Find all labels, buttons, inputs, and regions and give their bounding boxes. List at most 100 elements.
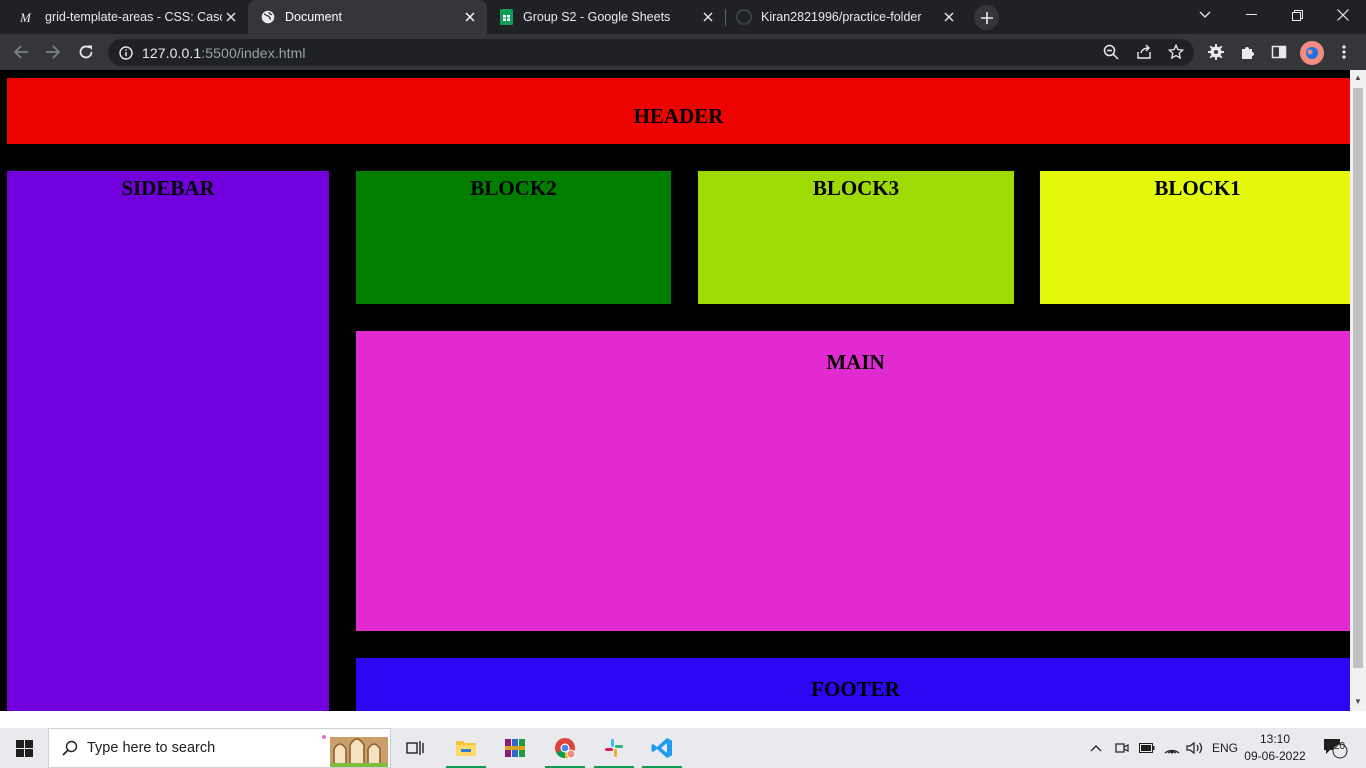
close-tab-icon[interactable]: [222, 8, 240, 26]
language-indicator[interactable]: ENG: [1212, 728, 1238, 768]
tab-document[interactable]: Document: [248, 0, 487, 34]
browser-tab-strip: M grid-template-areas - CSS: Casca Docum…: [0, 0, 1366, 34]
battery-icon[interactable]: [1139, 728, 1155, 768]
grid-sidebar: SIDEBAR: [7, 171, 329, 711]
tab-github[interactable]: Kiran2821996/practice-folder: [726, 0, 966, 34]
file-explorer-app[interactable]: [442, 728, 490, 768]
block1-label: BLOCK1: [1154, 176, 1241, 200]
restore-button[interactable]: [1274, 0, 1320, 30]
grid-main: MAIN: [356, 331, 1355, 631]
clock-date: 09-06-2022: [1244, 749, 1306, 763]
profile-avatar[interactable]: [1300, 41, 1324, 65]
gear-icon: [1208, 44, 1224, 60]
reload-icon: [79, 45, 93, 59]
forward-button[interactable]: [40, 39, 66, 65]
info-icon[interactable]: [118, 45, 134, 61]
bookmark-button[interactable]: [1163, 39, 1189, 65]
main-label: MAIN: [826, 350, 885, 374]
tab-mdn[interactable]: M grid-template-areas - CSS: Casca: [0, 0, 248, 34]
github-icon: [736, 9, 752, 25]
search-highlight-icon: [320, 729, 390, 767]
menu-button[interactable]: [1331, 39, 1357, 65]
side-panel-icon: [1271, 45, 1287, 59]
close-window-button[interactable]: [1320, 0, 1366, 30]
restore-icon: [1291, 9, 1303, 21]
vertical-scrollbar[interactable]: ▲ ▼: [1350, 70, 1366, 711]
grid-block2: BLOCK2: [356, 171, 671, 304]
search-placeholder: Type here to search: [87, 740, 216, 756]
windows-logo-icon: [15, 739, 33, 757]
wifi-icon[interactable]: [1164, 728, 1180, 768]
clock-time: 13:10: [1259, 732, 1291, 746]
scrollbar-thumb[interactable]: [1353, 88, 1363, 668]
back-button[interactable]: [8, 39, 34, 65]
close-tab-icon[interactable]: [699, 8, 717, 26]
share-button[interactable]: [1131, 39, 1157, 65]
taskbar-search-box[interactable]: Type here to search: [48, 728, 391, 768]
volume-icon[interactable]: [1186, 728, 1204, 768]
notification-count: 20: [1334, 741, 1346, 752]
plus-icon: [980, 11, 993, 24]
show-hidden-icons[interactable]: [1090, 728, 1102, 768]
browser-toolbar: 127.0.0.1:5500/index.html: [0, 34, 1366, 70]
more-vertical-icon: [1342, 45, 1346, 59]
search-icon: [62, 740, 78, 756]
meet-now-icon[interactable]: [1115, 728, 1129, 768]
viewport-bottom-edge: [0, 711, 1366, 728]
close-icon: [1337, 9, 1349, 21]
chrome-icon: [555, 738, 576, 759]
svg-text:M: M: [20, 10, 32, 24]
task-view-icon: [406, 741, 424, 755]
tab-title: grid-template-areas - CSS: Casca: [45, 10, 222, 24]
zoom-button[interactable]: [1098, 39, 1124, 65]
side-panel-button[interactable]: [1266, 39, 1292, 65]
system-clock[interactable]: 13:10 09-06-2022: [1240, 731, 1310, 765]
close-tab-icon[interactable]: [940, 8, 958, 26]
block3-label: BLOCK3: [812, 176, 900, 200]
winrar-app[interactable]: [491, 728, 539, 768]
grid-footer: FOOTER: [356, 658, 1355, 711]
start-button[interactable]: [0, 728, 48, 768]
arrow-right-icon: [46, 45, 61, 59]
notification-center-button[interactable]: 20: [1322, 728, 1348, 768]
windows-taskbar: Type here to search ENG 13:10 09-06-2022…: [0, 728, 1366, 768]
tab-search-button[interactable]: [1182, 0, 1228, 30]
minimize-icon: [1245, 14, 1257, 15]
globe-icon: [260, 9, 276, 25]
avatar-icon: [1306, 47, 1318, 59]
sidebar-label: SIDEBAR: [121, 176, 215, 200]
address-bar[interactable]: 127.0.0.1:5500/index.html: [108, 39, 1194, 66]
grid-block1: BLOCK1: [1040, 171, 1355, 304]
tab-title: Document: [285, 10, 342, 24]
puzzle-icon: [1242, 47, 1254, 59]
minimize-button[interactable]: [1228, 0, 1274, 30]
chevron-down-icon: [1199, 11, 1211, 18]
page-viewport: HEADER SIDEBAR BLOCK2 BLOCK3 BLOCK1 MAIN…: [0, 70, 1366, 711]
slack-app[interactable]: [590, 728, 638, 768]
grid-header: HEADER: [7, 78, 1350, 144]
tab-title: Kiran2821996/practice-folder: [761, 10, 922, 24]
reload-button[interactable]: [73, 39, 99, 65]
star-icon: [1168, 44, 1184, 60]
scroll-down-arrow[interactable]: ▼: [1354, 698, 1362, 706]
chrome-app[interactable]: [541, 728, 589, 768]
extension-settings-button[interactable]: [1203, 39, 1229, 65]
zoom-icon: [1103, 44, 1119, 60]
url-path: :5500/index.html: [201, 44, 306, 61]
tab-google-sheets[interactable]: Group S2 - Google Sheets: [487, 0, 725, 34]
share-icon: [1137, 44, 1151, 59]
close-tab-icon[interactable]: [461, 8, 479, 26]
grid-block3: BLOCK3: [698, 171, 1014, 304]
mdn-icon: M: [20, 9, 36, 25]
chevron-up-icon: [1090, 745, 1102, 752]
task-view-button[interactable]: [392, 728, 440, 768]
vscode-app[interactable]: [638, 728, 686, 768]
scroll-up-arrow[interactable]: ▲: [1354, 74, 1362, 82]
extensions-button[interactable]: [1235, 39, 1261, 65]
url-host: 127.0.0.1: [142, 44, 202, 61]
winrar-icon: [505, 739, 525, 757]
sheets-icon: [498, 9, 514, 25]
vscode-icon: [651, 738, 672, 758]
arrow-left-icon: [13, 45, 28, 59]
new-tab-button[interactable]: [974, 5, 999, 30]
